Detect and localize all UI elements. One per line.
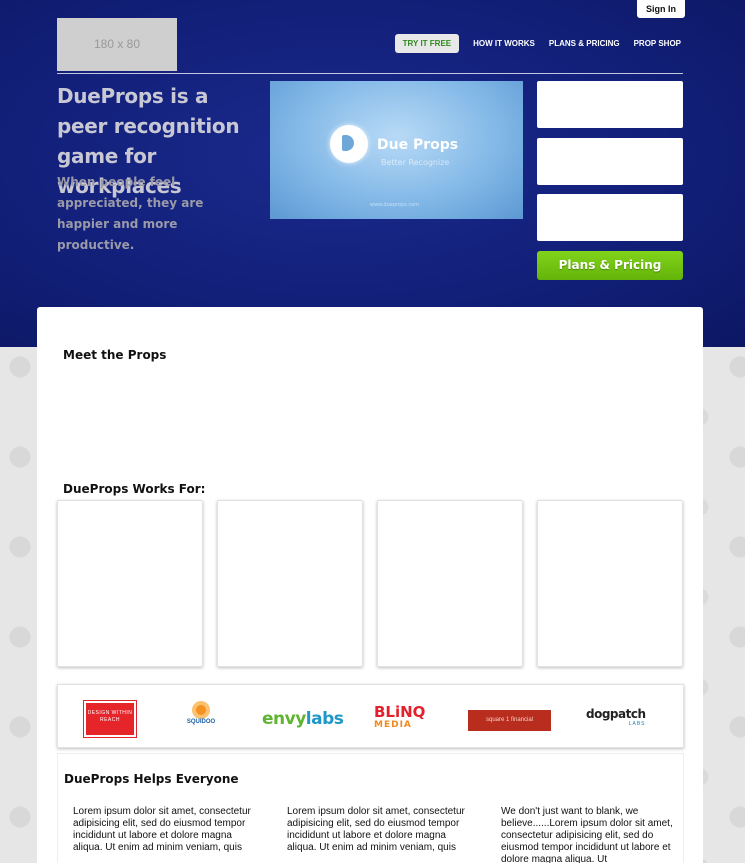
- works-for-card[interactable]: [57, 500, 203, 667]
- dogpatch-labs-logo[interactable]: dogpatch LABS: [586, 707, 646, 727]
- signup-field-3[interactable]: [537, 194, 683, 241]
- hero-section: Sign In 180 x 80 TRY IT FREE HOW IT WORK…: [0, 0, 745, 347]
- works-for-card[interactable]: [537, 500, 683, 667]
- squidoo-logo-text: SQUIDOO: [186, 719, 216, 725]
- helps-column-3: We don't just want to blank, we believe.…: [501, 806, 673, 863]
- design-within-reach-logo[interactable]: DESIGN WITHIN REACH: [83, 700, 137, 738]
- video-subtitle: Better Recognize: [381, 158, 450, 167]
- plans-pricing-button[interactable]: Plans & Pricing: [537, 251, 683, 280]
- helps-everyone-title: DueProps Helps Everyone: [64, 772, 239, 786]
- envylabs-logo-text-b: labs: [305, 709, 344, 729]
- main-nav: TRY IT FREE HOW IT WORKS PLANS & PRICING…: [394, 33, 681, 53]
- helps-column-1: Lorem ipsum dolor sit amet, consectetur …: [73, 806, 251, 853]
- nav-prop-shop[interactable]: PROP SHOP: [634, 39, 681, 48]
- signup-field-2[interactable]: [537, 138, 683, 185]
- blinq-media-logo[interactable]: BLiNQ MEDIA: [374, 703, 426, 731]
- envylabs-logo[interactable]: envylabs: [262, 709, 344, 729]
- dogpatch-labs-text: LABS: [628, 721, 646, 727]
- squidoo-logo[interactable]: SQUIDOO: [184, 697, 218, 737]
- header-divider: [57, 73, 683, 74]
- dogpatch-logo-text: dogpatch: [586, 707, 646, 721]
- video-url: www.dueprops.com: [370, 202, 420, 208]
- blinq-media-text: MEDIA: [374, 720, 412, 730]
- helps-column-2: Lorem ipsum dolor sit amet, consectetur …: [287, 806, 465, 853]
- video-title: Due Props: [377, 137, 459, 153]
- envylabs-logo-text-a: envy: [262, 709, 306, 729]
- helps-everyone-section: DueProps Helps Everyone Lorem ipsum dolo…: [57, 753, 684, 863]
- works-for-card[interactable]: [377, 500, 523, 667]
- logo-placeholder[interactable]: 180 x 80: [57, 18, 177, 71]
- blinq-logo-text: BLiNQ: [374, 703, 426, 721]
- meet-props-title: Meet the Props: [63, 348, 167, 362]
- square1-financial-logo[interactable]: square 1 financial: [468, 710, 551, 731]
- squidoo-mascot-icon: [192, 701, 210, 719]
- intro-video[interactable]: Due Props Better Recognize www.dueprops.…: [270, 81, 523, 219]
- nav-plans-pricing[interactable]: PLANS & PRICING: [549, 39, 620, 48]
- signup-field-1[interactable]: [537, 81, 683, 128]
- works-for-card[interactable]: [217, 500, 363, 667]
- hero-subline: When people feel appreciated, they are h…: [57, 175, 204, 252]
- client-logo-strip: DESIGN WITHIN REACH SQUIDOO envylabs BLi…: [57, 684, 684, 748]
- nav-how-it-works[interactable]: HOW IT WORKS: [473, 39, 535, 48]
- try-free-button[interactable]: TRY IT FREE: [394, 33, 460, 53]
- sign-in-button[interactable]: Sign In: [637, 0, 685, 18]
- content-card: Meet the Props DueProps Works For: DESIG…: [37, 307, 703, 863]
- dueprops-star-icon: [330, 125, 368, 163]
- works-for-title: DueProps Works For:: [63, 482, 206, 496]
